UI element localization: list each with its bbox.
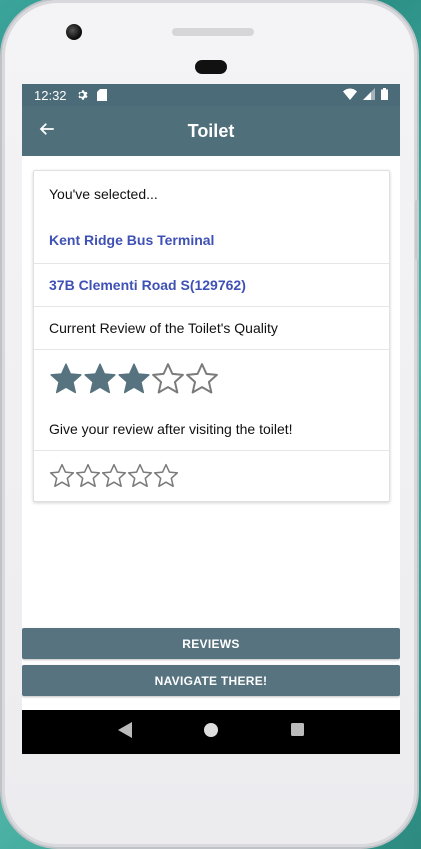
location-name: Kent Ridge Bus Terminal: [49, 232, 215, 248]
battery-icon: [381, 87, 388, 103]
content-area: You've selected... Kent Ridge Bus Termin…: [22, 156, 400, 754]
toilet-info-card: You've selected... Kent Ridge Bus Termin…: [33, 170, 390, 502]
star-outline-icon: [151, 362, 185, 396]
system-nav-bar: [22, 710, 400, 754]
page-title: Toilet: [187, 120, 235, 141]
back-triangle-icon: [118, 721, 132, 743]
user-rating-stars[interactable]: [49, 463, 179, 489]
nav-recents-button[interactable]: [285, 720, 309, 744]
star-filled-icon: [49, 362, 83, 396]
star-outline-icon[interactable]: [101, 463, 127, 489]
app-bar: Toilet: [22, 106, 400, 156]
status-right-icons: [343, 87, 388, 103]
wifi-icon: [343, 88, 357, 103]
user-rating-row: [34, 450, 389, 501]
volume-button: [415, 200, 419, 260]
home-circle-icon: [204, 722, 218, 742]
status-time: 12:32: [34, 87, 67, 103]
navigate-button[interactable]: NAVIGATE THERE!: [22, 665, 400, 696]
nav-back-button[interactable]: [113, 720, 137, 744]
device-screen: 12:32 Toilet You've selected... Kent Rid…: [22, 84, 400, 754]
signal-icon: [363, 87, 375, 103]
location-address: 37B Clementi Road S(129762): [34, 263, 389, 306]
star-filled-icon: [83, 362, 117, 396]
nav-home-button[interactable]: [199, 720, 223, 744]
intro-text: You've selected...: [49, 186, 158, 202]
star-outline-icon[interactable]: [75, 463, 101, 489]
earpiece-slot: [195, 60, 227, 74]
front-camera: [66, 24, 82, 40]
star-outline-icon: [185, 362, 219, 396]
current-rating-stars: [49, 362, 219, 396]
sd-card-icon: [96, 89, 107, 101]
star-outline-icon[interactable]: [127, 463, 153, 489]
current-review-label: Current Review of the Toilet's Quality: [34, 306, 389, 349]
current-rating-row: [34, 349, 389, 408]
settings-icon: [77, 89, 89, 101]
arrow-left-icon: [38, 120, 56, 143]
back-button[interactable]: [22, 106, 72, 156]
status-bar: 12:32: [22, 84, 400, 106]
star-filled-icon: [117, 362, 151, 396]
give-review-label: Give your review after visiting the toil…: [49, 421, 293, 437]
phone-frame: 12:32 Toilet You've selected... Kent Rid…: [2, 0, 419, 847]
star-outline-icon[interactable]: [153, 463, 179, 489]
recents-square-icon: [290, 723, 304, 741]
reviews-button[interactable]: REVIEWS: [22, 628, 400, 659]
star-outline-icon[interactable]: [49, 463, 75, 489]
top-speaker: [172, 28, 254, 36]
